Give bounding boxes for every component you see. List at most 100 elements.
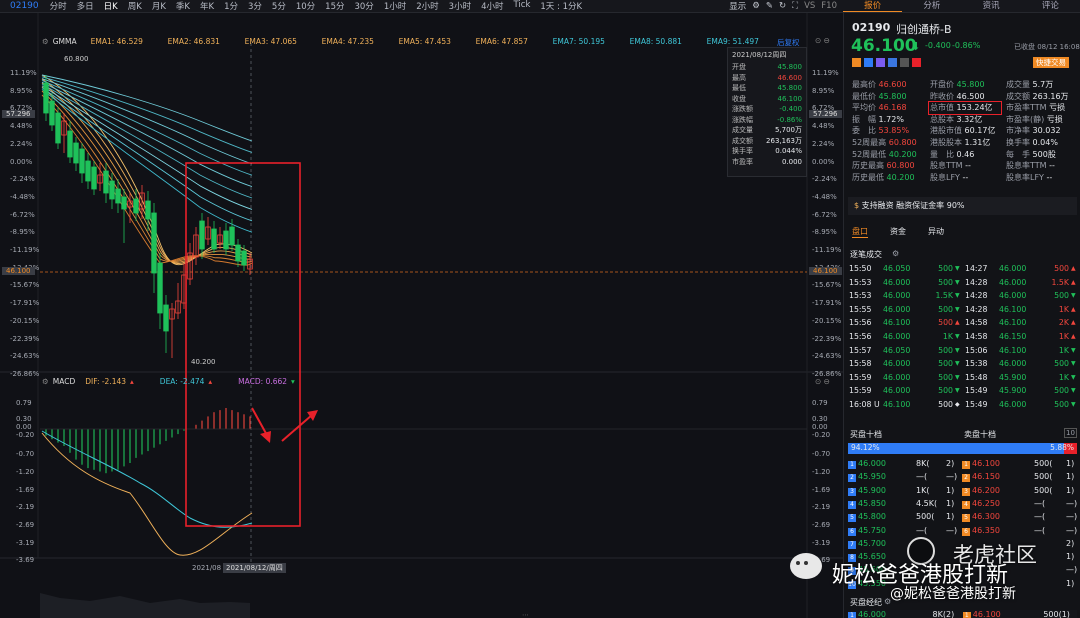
bid-row[interactable]: 3 45.900 1K(1): [848, 486, 960, 496]
timeframe-tab[interactable]: 周K: [123, 0, 147, 12]
display-menu[interactable]: 显示: [729, 0, 746, 12]
timeframe-tab[interactable]: 1分: [219, 0, 243, 12]
timeframe-tab[interactable]: 5分: [267, 0, 291, 12]
right-tab[interactable]: 资讯: [962, 0, 1021, 12]
chart-badge-icon[interactable]: [864, 58, 873, 67]
field-key: 52周最低: [852, 149, 889, 159]
macd-collapse-icons[interactable]: ⊙ ⊖: [815, 377, 830, 386]
quote-field: 历史最高 60.800: [852, 160, 915, 171]
indicator-name[interactable]: GMMA: [53, 37, 77, 46]
settings-icon[interactable]: ⚙: [42, 37, 49, 46]
y-tick-label: -24.63%: [10, 352, 40, 361]
bid-count: 1): [946, 512, 955, 522]
bid-row[interactable]: 6 45.750 —(—): [848, 526, 960, 536]
macd-y-tick: -0.70: [812, 450, 831, 458]
quote-field: 历史最低 40.200: [852, 172, 915, 183]
bid-level-badge: 2: [848, 474, 856, 483]
chart-collapse-icons[interactable]: ⊙ ⊖: [815, 36, 830, 45]
settings-icon[interactable]: ⚙: [752, 1, 760, 11]
quick-trade-button[interactable]: 快捷交易: [1033, 57, 1069, 68]
grid-badge-icon[interactable]: [900, 58, 909, 67]
brokers-title[interactable]: 买盘经纪: [850, 597, 882, 608]
ask-volume: —(: [1034, 512, 1046, 522]
refresh-icon[interactable]: ↻: [779, 1, 786, 11]
period-select[interactable]: 1天 : 1分K: [535, 0, 587, 12]
price-tag-right-current: 46.100: [809, 267, 842, 275]
timeframe-tab[interactable]: 分时: [45, 0, 72, 12]
macd-y-tick: -2.69: [812, 521, 831, 529]
favorite-icon[interactable]: [912, 58, 921, 67]
bid-count: 2): [946, 459, 955, 468]
right-tab[interactable]: 报价: [843, 0, 903, 12]
book-depth-icon[interactable]: 10: [1064, 428, 1077, 438]
timeframe-tab[interactable]: 4小时: [476, 0, 508, 12]
fullscreen-icon[interactable]: ⛶: [792, 1, 798, 11]
field-value: 45.800: [956, 80, 985, 89]
sub-tab[interactable]: 资金: [890, 226, 906, 238]
field-value: 30.032: [1032, 126, 1061, 136]
timeframe-tab[interactable]: 10分: [291, 0, 320, 12]
timeframe-tab[interactable]: 1小时: [379, 0, 411, 12]
tick-time: 15:55: [849, 304, 872, 314]
f10-button[interactable]: F10: [821, 1, 837, 11]
drag-handle-icon[interactable]: ⋯: [522, 611, 529, 618]
chart-area[interactable]: ⚙ GMMA EMA1: 46.529 EMA2: 46.831 EMA3: 47.…: [0, 13, 843, 618]
timeframe-tab[interactable]: 3分: [243, 0, 267, 12]
right-tab[interactable]: 评论: [1021, 0, 1080, 12]
bid-row[interactable]: 1 46.000 8K(2): [848, 459, 960, 469]
field-value: 0.04%: [1032, 138, 1058, 147]
timeframe-tab[interactable]: 多日: [72, 0, 99, 12]
timeframe-tab[interactable]: 15分: [320, 0, 349, 12]
timeframe-tab[interactable]: 3小时: [444, 0, 476, 12]
quote-field: 量 比 0.46: [930, 149, 974, 160]
stock-code-tab[interactable]: 02190: [0, 1, 45, 11]
y-tick-label: -22.39%: [812, 334, 842, 343]
field-key: 历史最高: [852, 161, 887, 171]
timeframe-tab[interactable]: Tick: [509, 0, 536, 12]
macd-y-tick: -1.69: [812, 486, 831, 494]
ask-row[interactable]: 2 46.150 500(1): [962, 472, 1077, 483]
chart-canvas[interactable]: [0, 13, 843, 618]
field-key: 市盈率(静): [1006, 114, 1047, 124]
tick-volume: 1.5K: [1051, 277, 1069, 287]
ask-row[interactable]: 3 46.200 500(1): [962, 486, 1077, 496]
macd-name[interactable]: MACD: [53, 377, 75, 386]
ask-row[interactable]: 1 46.100 500(1): [962, 459, 1077, 469]
info-badge-icon[interactable]: [888, 58, 897, 67]
ask-volume: —(: [1034, 525, 1046, 535]
bid-row[interactable]: 2 45.950 —(—): [848, 472, 960, 483]
timeframe-tab[interactable]: 月K: [147, 0, 171, 12]
bid-row[interactable]: 4 45.850 4.5K(1): [848, 499, 960, 509]
ask-row[interactable]: 5 46.300 —(—): [962, 512, 1077, 523]
right-tab[interactable]: 分析: [902, 0, 961, 12]
s-badge-icon[interactable]: [876, 58, 885, 67]
ask-count: 1): [1066, 552, 1075, 562]
ask-row[interactable]: 4 46.250 —(—): [962, 499, 1077, 509]
timeframe-tab[interactable]: 日K: [99, 0, 123, 12]
settings-icon[interactable]: ⚙: [892, 249, 899, 258]
quote-field: 52周最低 40.200: [852, 149, 917, 160]
ask-count: 1): [1066, 578, 1075, 588]
pencil-icon[interactable]: ✎: [766, 1, 773, 11]
candle-body: [121, 196, 127, 210]
y-tick-label: -2.24%: [10, 175, 35, 184]
timeframe-tab[interactable]: 30分: [349, 0, 378, 12]
bid-row[interactable]: 7 45.700: [848, 539, 960, 549]
gmma-legend: ⚙ GMMA EMA1: 46.529 EMA2: 46.831 EMA3: 47.…: [42, 37, 784, 46]
field-value: 3.32亿: [956, 114, 983, 124]
timeframe-tab[interactable]: 年K: [195, 0, 219, 12]
sub-tab[interactable]: 异动: [928, 226, 944, 238]
ask-row[interactable]: 6 46.350 —(—): [962, 526, 1077, 536]
timeframe-tab[interactable]: 2小时: [411, 0, 443, 12]
field-key: 平均价: [852, 103, 879, 113]
quote-field: 52周最高 60.800: [852, 137, 917, 148]
timeframe-tab[interactable]: 季K: [171, 0, 195, 12]
macd-y-tick: 0.30: [16, 415, 32, 423]
bid-row[interactable]: 5 45.800 500(1): [848, 512, 960, 523]
sub-tab[interactable]: 盘口: [852, 226, 868, 238]
settings-icon[interactable]: ⚙: [42, 377, 49, 386]
quote-field: 股息TTM --: [930, 160, 971, 171]
vs-button[interactable]: VS: [804, 1, 815, 11]
tick-time: 14:58: [965, 332, 988, 341]
y-tick-label: -17.91%: [812, 299, 842, 308]
